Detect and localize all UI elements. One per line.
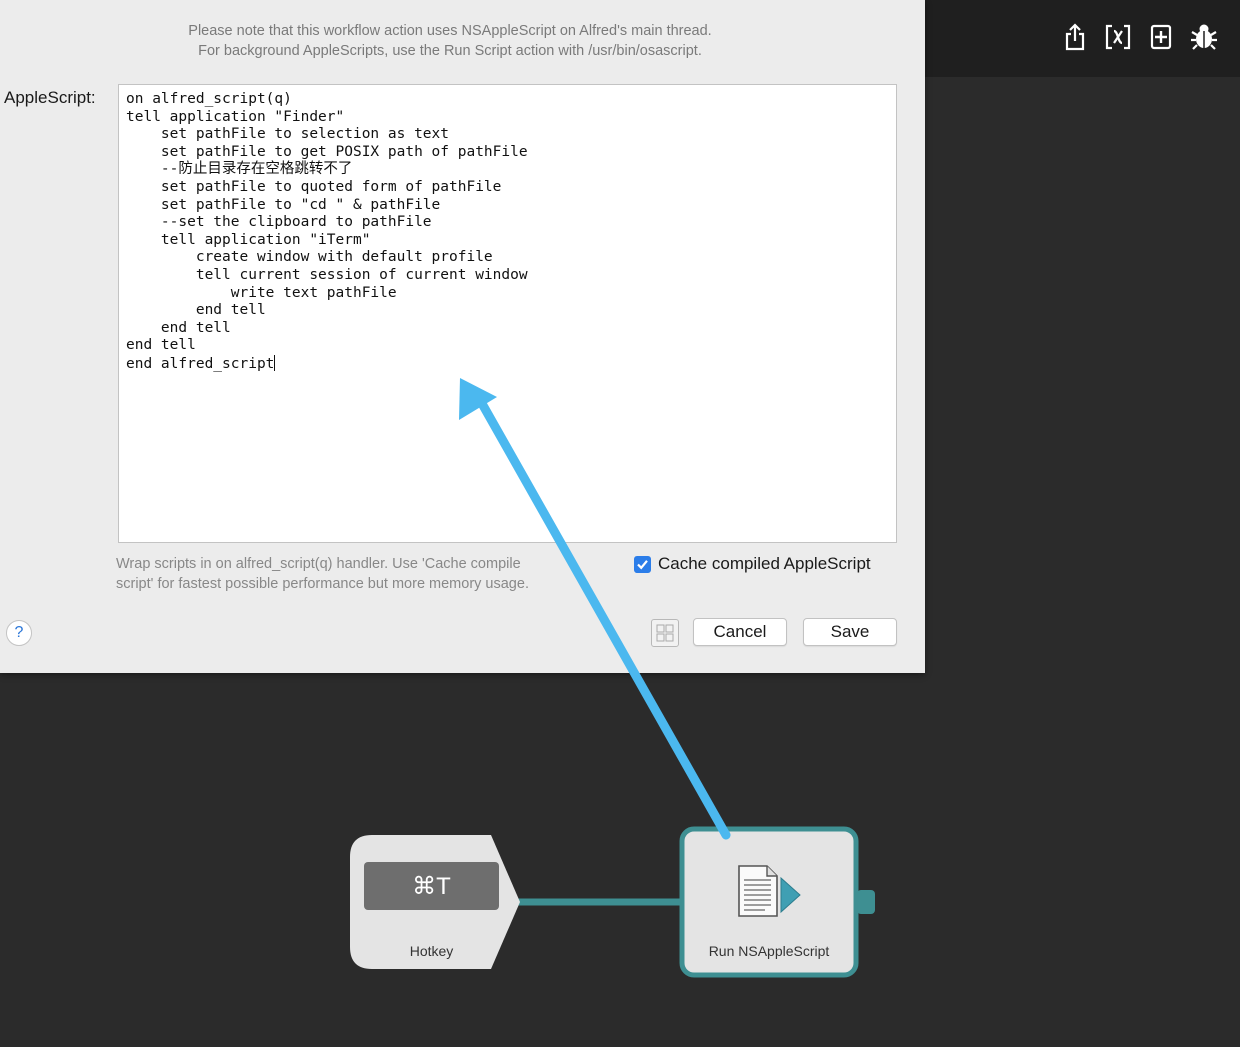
hotkey-node-label: Hotkey [409,943,454,959]
cache-compiled-option[interactable]: Cache compiled AppleScript [634,554,871,574]
layout-grid-button[interactable] [651,619,679,647]
script-node-label: Run NSAppleScript [708,943,830,959]
cache-hint: Wrap scripts in on alfred_script(q) hand… [116,555,586,594]
cancel-button[interactable]: Cancel [693,618,787,646]
cache-compiled-checkbox[interactable] [634,555,651,573]
script-node-output-connector[interactable] [857,890,875,914]
thread-note: Please note that this workflow action us… [0,22,900,61]
script-document-icon [738,865,801,917]
thread-note-line-2: For background AppleScripts, use the Run… [198,42,702,59]
cache-compiled-label: Cache compiled AppleScript [658,554,871,573]
thread-note-line-1: Please note that this workflow action us… [188,23,712,39]
applescript-config-sheet: Please note that this workflow action us… [0,0,925,673]
cache-hint-line-1: Wrap scripts in on alfred_script(q) hand… [116,556,521,572]
text-caret [274,354,276,371]
code-text: on alfred_script(q) tell application "Fi… [126,91,528,372]
hotkey-key-badge: ⌘T [364,862,499,910]
checkmark-icon [637,559,648,569]
grid-icon [656,624,674,642]
applescript-code[interactable]: on alfred_script(q) tell application "Fi… [126,91,896,374]
save-button[interactable]: Save [803,618,897,646]
applescript-label: AppleScript: [4,88,96,107]
help-button[interactable]: ? [6,620,32,646]
cache-hint-line-2: script' for fastest possible performance… [116,575,529,592]
applescript-editor[interactable]: on alfred_script(q) tell application "Fi… [118,84,897,543]
